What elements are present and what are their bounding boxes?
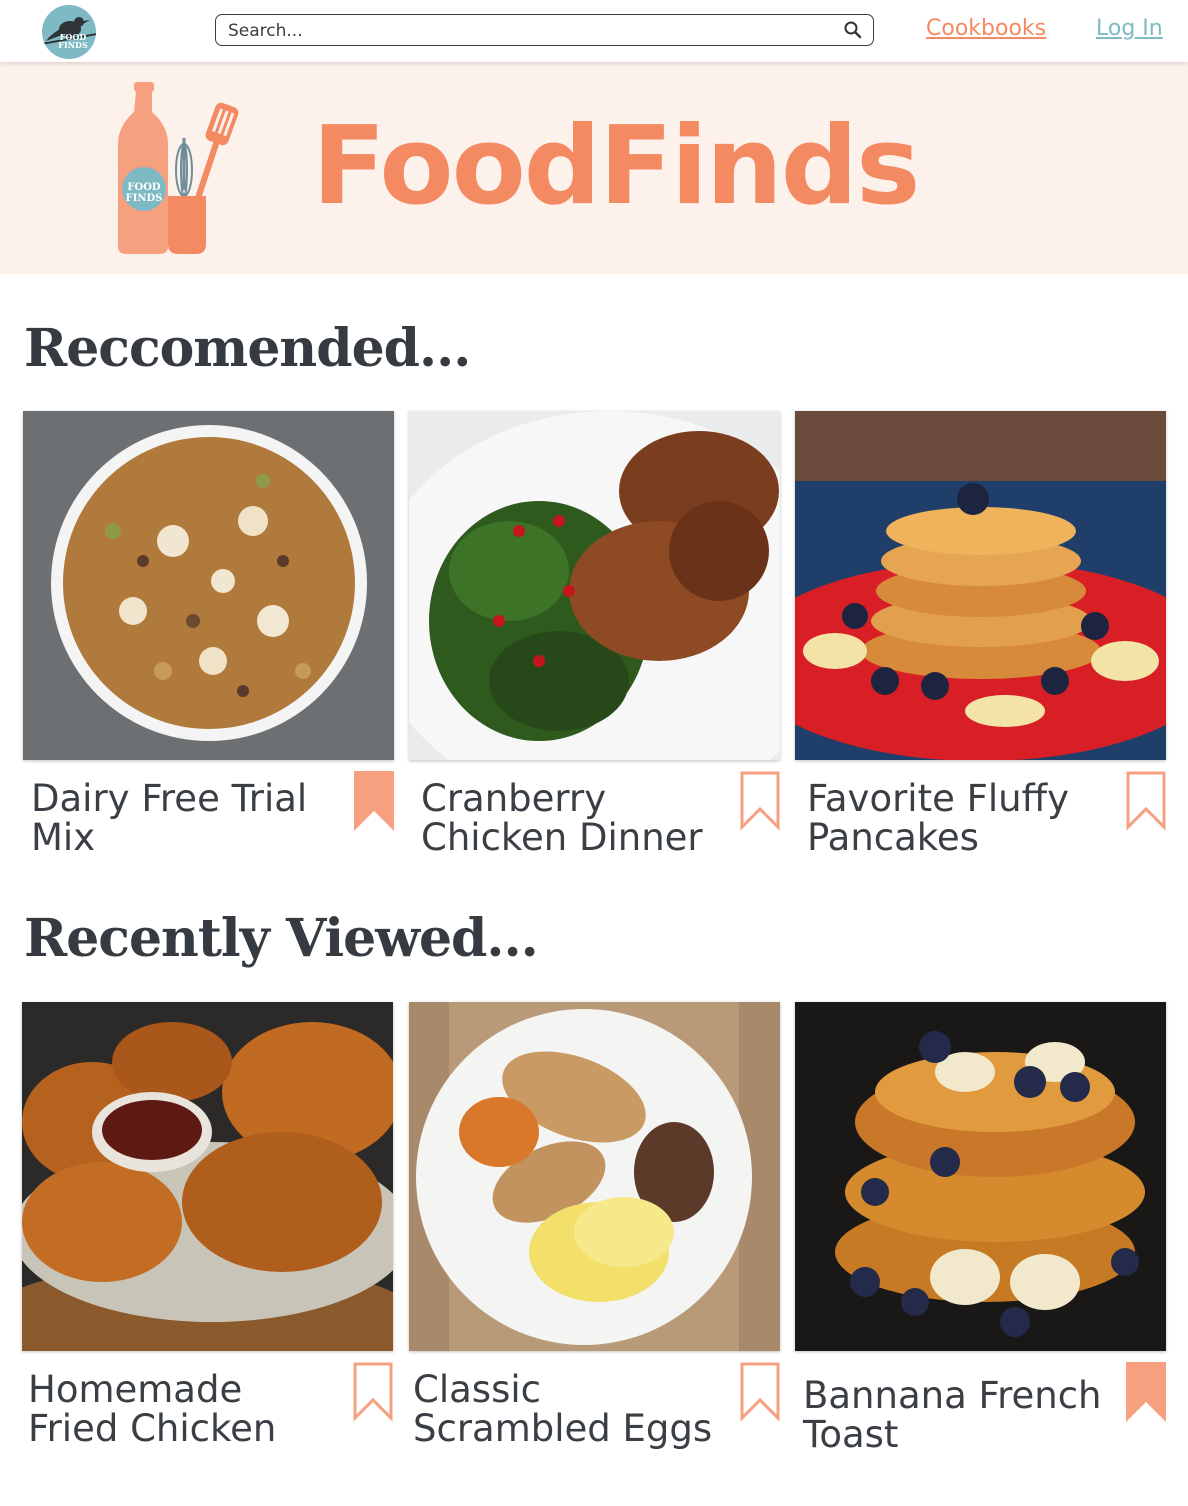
login-link[interactable]: Log In <box>1096 16 1163 41</box>
bookmark-outline-icon[interactable] <box>740 1362 780 1422</box>
site-title: FoodFinds <box>312 104 920 229</box>
cookbooks-link[interactable]: Cookbooks <box>926 16 1046 41</box>
recipe-card[interactable]: Classic Scrambled Eggs <box>409 1002 780 1472</box>
recipe-card[interactable]: Favorite Fluffy Pancakes <box>795 411 1166 881</box>
recently-viewed-heading: Recently Viewed... <box>24 908 539 969</box>
recipe-name[interactable]: Dairy Free Trial Mix <box>31 779 331 857</box>
search-input[interactable] <box>226 17 830 45</box>
kitchen-bottle-icon <box>118 82 239 254</box>
hero-illustration: FOOD FINDS <box>110 78 250 258</box>
recipe-image[interactable] <box>23 411 394 760</box>
recipe-card[interactable]: Homemade Fried Chicken <box>22 1002 393 1472</box>
recipe-image[interactable] <box>795 1002 1166 1351</box>
recipe-image[interactable] <box>409 411 780 760</box>
hero-badge-line1: FOOD <box>127 182 161 193</box>
logo[interactable]: FOOD FINDS <box>42 5 96 59</box>
bookmark-filled-icon[interactable] <box>1126 1362 1166 1422</box>
recipe-card[interactable]: Dairy Free Trial Mix <box>23 411 394 881</box>
bookmark-filled-icon[interactable] <box>354 771 394 831</box>
search-box <box>215 14 874 46</box>
bookmark-outline-icon[interactable] <box>1126 771 1166 831</box>
recipe-image[interactable] <box>22 1002 393 1351</box>
bookmark-outline-icon[interactable] <box>353 1362 393 1422</box>
hero-badge-line2: FINDS <box>125 193 163 204</box>
hero-banner: FOOD FINDS FoodFinds <box>0 62 1188 274</box>
recipe-card[interactable]: Bannana French Toast <box>795 1002 1166 1472</box>
recipe-name[interactable]: Cranberry Chicken Dinner <box>421 779 721 857</box>
recipe-name[interactable]: Favorite Fluffy Pancakes <box>807 779 1107 857</box>
recommended-heading: Reccomended... <box>24 318 471 379</box>
recipe-name[interactable]: Bannana French Toast <box>803 1376 1103 1454</box>
recipe-image[interactable] <box>795 411 1166 760</box>
search-icon[interactable] <box>843 20 863 40</box>
top-nav: FOOD FINDS Cookbooks Log In <box>0 0 1188 62</box>
recipe-image[interactable] <box>409 1002 780 1351</box>
bookmark-outline-icon[interactable] <box>740 771 780 831</box>
recipe-card[interactable]: Cranberry Chicken Dinner <box>409 411 780 881</box>
logo-text-line2: FINDS <box>58 40 88 50</box>
recipe-name[interactable]: Classic Scrambled Eggs <box>413 1370 713 1448</box>
recipe-name[interactable]: Homemade Fried Chicken <box>28 1370 328 1448</box>
